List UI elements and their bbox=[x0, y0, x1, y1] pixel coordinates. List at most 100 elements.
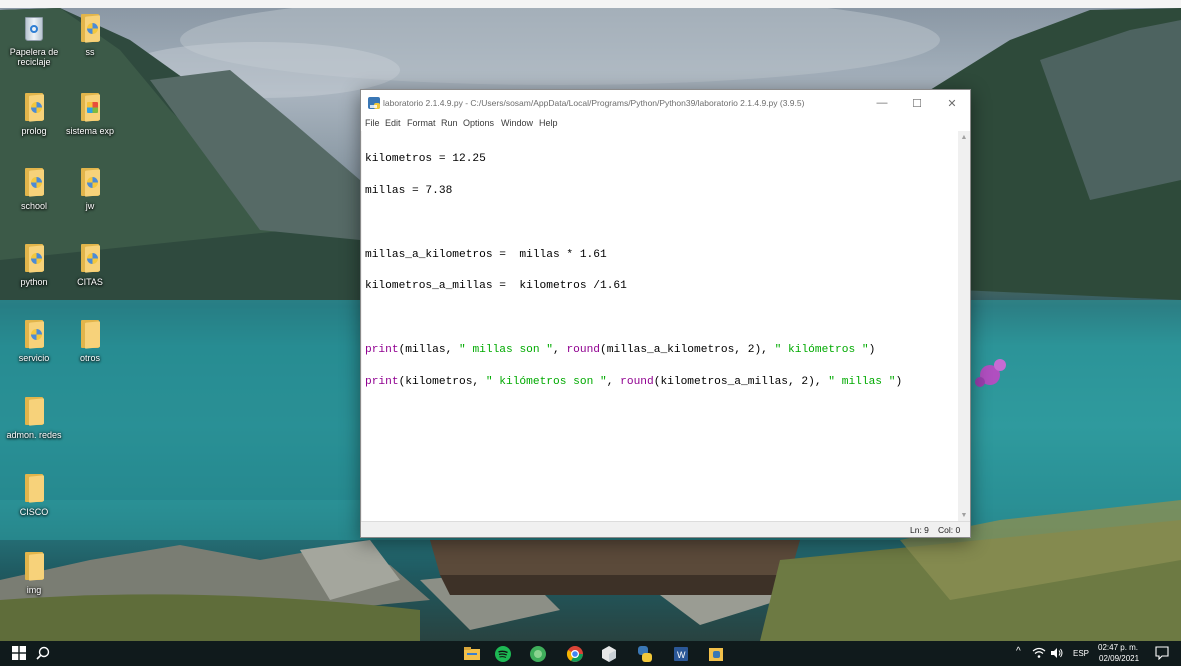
string-literal: " millas " bbox=[828, 375, 896, 388]
status-line: Ln: 9 bbox=[910, 525, 929, 535]
desktop-icon-jw[interactable]: jw bbox=[59, 168, 121, 211]
desktop-icon-recycle-bin[interactable]: Papelera de reciclaje bbox=[3, 14, 65, 67]
desktop-icon-python[interactable]: python bbox=[3, 244, 65, 287]
menu-window[interactable]: Window bbox=[501, 118, 533, 128]
clock-time[interactable]: 02:47 p. m. bbox=[1098, 643, 1138, 652]
browser-icon[interactable] bbox=[529, 645, 547, 663]
folder-icon bbox=[23, 93, 45, 122]
code-editor[interactable]: kilometros = 12.25 millas = 7.38 millas_… bbox=[362, 131, 959, 521]
python-folder-icon[interactable] bbox=[707, 645, 725, 663]
desktop-icon-school[interactable]: school bbox=[3, 168, 65, 211]
app-cube-icon[interactable] bbox=[600, 645, 618, 663]
code-line-print-kilometros: print(kilometros, " kilómetros son ", ro… bbox=[365, 375, 903, 388]
desktop-icon-label: ss bbox=[85, 47, 95, 57]
folder-icon bbox=[79, 168, 101, 197]
code-token: , bbox=[553, 343, 567, 356]
menu-file[interactable]: File bbox=[365, 118, 380, 128]
search-icon[interactable] bbox=[36, 646, 50, 660]
code-token: (millas, bbox=[398, 343, 460, 356]
desktop-icon-label: otros bbox=[79, 353, 100, 363]
code-line: millas = 7.38 bbox=[365, 184, 453, 197]
tray-overflow-chevron-icon[interactable]: ^ bbox=[1016, 646, 1021, 657]
file-explorer-icon[interactable] bbox=[463, 645, 481, 663]
keyword-round: round bbox=[566, 343, 601, 356]
menu-format[interactable]: Format bbox=[407, 118, 436, 128]
desktop-icon-label: python bbox=[20, 277, 48, 287]
string-literal: " millas son " bbox=[459, 343, 554, 356]
desktop-icon-otros[interactable]: otros bbox=[59, 320, 121, 363]
notifications-icon[interactable] bbox=[1155, 646, 1169, 660]
word-icon[interactable]: W bbox=[672, 645, 690, 663]
minimize-button[interactable]: — bbox=[865, 90, 899, 116]
keyword-round: round bbox=[620, 375, 654, 388]
maximize-button[interactable]: ☐ bbox=[900, 90, 934, 116]
wifi-icon[interactable] bbox=[1032, 647, 1046, 659]
folder-icon bbox=[23, 168, 45, 197]
desktop-icon-sistema-exp[interactable]: sistema exp bbox=[59, 93, 121, 136]
desktop-icon-label: CISCO bbox=[19, 507, 49, 517]
recycle-bin-icon bbox=[22, 14, 46, 42]
code-line-print-millas: print(millas, " millas son ", round(mill… bbox=[365, 343, 902, 356]
status-bar: Ln: 9 Col: 0 bbox=[361, 521, 970, 537]
menu-run[interactable]: Run bbox=[441, 118, 458, 128]
desktop-icon-cisco[interactable]: CISCO bbox=[3, 474, 65, 517]
folder-icon bbox=[23, 397, 45, 426]
code-token: ) bbox=[868, 343, 876, 356]
desktop-icon-img[interactable]: img bbox=[3, 552, 65, 595]
volume-icon[interactable] bbox=[1050, 647, 1064, 659]
chrome-icon[interactable] bbox=[566, 645, 584, 663]
desktop-icon-ss[interactable]: ss bbox=[59, 14, 121, 57]
desktop-icon-label: servicio bbox=[18, 353, 50, 363]
desktop-icon-prolog[interactable]: prolog bbox=[3, 93, 65, 136]
scroll-up-arrow-icon[interactable]: ▲ bbox=[958, 131, 970, 143]
desktop-icon-citas[interactable]: CITAS bbox=[59, 244, 121, 287]
window-titlebar[interactable]: laboratorio 2.1.4.9.py - C:/Users/sosam/… bbox=[361, 90, 970, 116]
menu-edit[interactable]: Edit bbox=[385, 118, 401, 128]
desktop-icon-admon-redes[interactable]: admon. redes bbox=[3, 397, 65, 440]
clock-date[interactable]: 02/09/2021 bbox=[1099, 654, 1139, 663]
code-token: (kilometros, bbox=[398, 375, 486, 388]
windows-start-icon[interactable] bbox=[12, 646, 26, 660]
close-button[interactable]: ✕ bbox=[935, 90, 969, 116]
keyword-print: print bbox=[365, 375, 399, 388]
python-file-icon bbox=[368, 97, 380, 109]
desktop-icon-label: prolog bbox=[21, 126, 47, 136]
menu-bar: File Edit Format Run Options Window Help bbox=[361, 116, 970, 131]
desktop-icon-servicio[interactable]: servicio bbox=[3, 320, 65, 363]
folder-icon bbox=[23, 320, 45, 349]
spotify-icon[interactable] bbox=[494, 645, 512, 663]
folder-icon bbox=[23, 474, 45, 503]
code-text: kilometros = 12.25 millas = 7.38 millas_… bbox=[365, 133, 902, 408]
string-literal: " kilómetros son " bbox=[485, 375, 607, 388]
folder-icon bbox=[79, 244, 101, 273]
code-line: millas_a_kilometros = millas * 1.61 bbox=[365, 248, 607, 261]
desktop-icon-label: Papelera de reciclaje bbox=[9, 47, 59, 67]
menu-options[interactable]: Options bbox=[463, 118, 494, 128]
idle-editor-window[interactable]: laboratorio 2.1.4.9.py - C:/Users/sosam/… bbox=[360, 89, 971, 538]
code-token: ) bbox=[895, 375, 903, 388]
taskbar: W ^ ESP 02:47 p. m. 02/09/2021 bbox=[0, 641, 1181, 666]
desktop-icon-label: admon. redes bbox=[6, 430, 62, 440]
language-indicator[interactable]: ESP bbox=[1073, 649, 1089, 658]
menu-help[interactable]: Help bbox=[539, 118, 558, 128]
code-token: , bbox=[606, 375, 621, 388]
desktop-icon-label: school bbox=[20, 201, 47, 211]
code-line: kilometros = 12.25 bbox=[365, 153, 486, 166]
desktop-icon-label: CITAS bbox=[77, 277, 103, 287]
vertical-scrollbar[interactable]: ▲ ▼ bbox=[958, 131, 970, 521]
folder-icon bbox=[79, 14, 101, 43]
code-token: (millas_a_kilometros, 2), bbox=[600, 343, 775, 356]
keyword-print: print bbox=[365, 343, 399, 356]
window-title: laboratorio 2.1.4.9.py - C:/Users/sosam/… bbox=[383, 98, 805, 108]
code-line: kilometros_a_millas = kilometros /1.61 bbox=[365, 280, 627, 293]
top-edge bbox=[0, 0, 1181, 8]
scroll-down-arrow-icon[interactable]: ▼ bbox=[958, 509, 970, 521]
string-literal: " kilómetros " bbox=[774, 343, 869, 356]
folder-icon bbox=[23, 552, 45, 581]
python-idle-icon[interactable] bbox=[636, 645, 654, 663]
svg-text:W: W bbox=[677, 650, 686, 660]
desktop-icon-label: img bbox=[26, 585, 42, 595]
folder-icon bbox=[23, 244, 45, 273]
